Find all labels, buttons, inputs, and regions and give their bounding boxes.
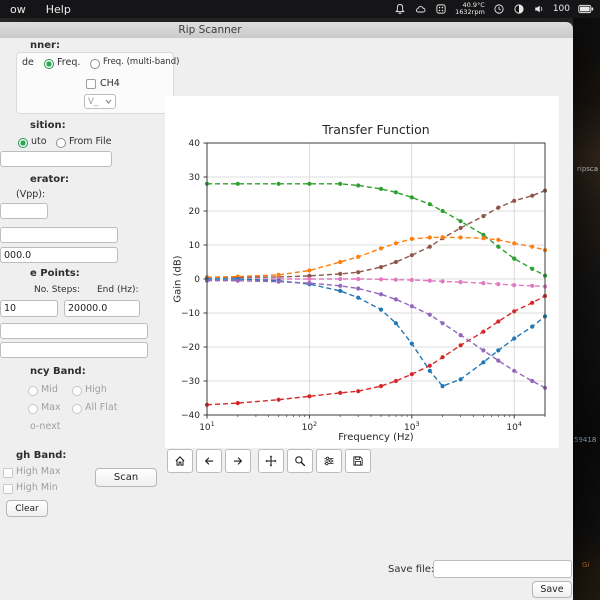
forward-button[interactable]	[225, 449, 251, 473]
radio-freq-multiband-label: Freq. (multi-band)	[103, 57, 180, 67]
acquisition-section-label: sition:	[30, 120, 66, 131]
cloud-icon[interactable]	[414, 3, 427, 15]
magnifier-icon	[295, 456, 306, 467]
save-button[interactable]: Save	[532, 581, 572, 598]
floppy-save-icon	[353, 456, 363, 466]
menu-help[interactable]: Help	[36, 3, 81, 16]
clock-icon[interactable]	[493, 3, 505, 15]
svg-text:40: 40	[189, 139, 201, 149]
scan-button[interactable]: Scan	[95, 468, 157, 487]
channel-combobox[interactable]: V_	[84, 94, 116, 109]
configure-button[interactable]	[316, 449, 342, 473]
arrow-right-icon	[233, 457, 242, 465]
pan-button[interactable]	[258, 449, 284, 473]
system-stats[interactable]: 40.9°C 1632rpm	[455, 2, 485, 16]
vpp-input[interactable]	[0, 203, 48, 219]
no-steps-input[interactable]	[0, 300, 58, 317]
auto-next-label: o-next	[30, 421, 61, 432]
radio-all-flat[interactable]	[72, 404, 82, 414]
high-min-label: High Min	[16, 482, 58, 493]
widgets-layer: nner: de Freq. Freq. (multi-band) CH4 V_…	[0, 0, 600, 600]
radio-freq-multiband[interactable]	[90, 59, 100, 69]
sliders-icon	[324, 456, 334, 466]
save-file-input[interactable]	[433, 560, 572, 578]
points-section-label: e Points:	[30, 268, 80, 279]
end-hz-input[interactable]	[64, 300, 140, 317]
clear-button[interactable]: Clear	[6, 500, 48, 517]
radio-freq[interactable]	[44, 59, 54, 69]
menubar-status-area: 40.9°C 1632rpm 100	[394, 2, 600, 16]
radio-high-label: High	[85, 384, 107, 395]
svg-text:−40: −40	[181, 411, 200, 421]
menubar: ow Help 40.9°C 1632rpm 100	[0, 0, 600, 18]
svg-text:−30: −30	[181, 377, 200, 387]
battery-percent: 100	[552, 4, 570, 14]
radio-mid-label: Mid	[41, 384, 58, 395]
desktop-screen: ow Help 40.9°C 1632rpm 100 ripsca 59418 …	[0, 0, 600, 600]
radio-auto[interactable]	[18, 138, 28, 148]
pan-move-icon	[265, 455, 277, 467]
end-hz-label: End (Hz):	[97, 285, 139, 295]
save-figure-button[interactable]	[345, 449, 371, 473]
bell-icon[interactable]	[394, 3, 406, 15]
radio-max-label: Max	[41, 402, 61, 413]
back-button[interactable]	[196, 449, 222, 473]
high-max-label: High Max	[16, 466, 61, 477]
chart-ylabel: Gain (dB)	[172, 255, 184, 303]
home-button[interactable]	[167, 449, 193, 473]
chevron-down-icon	[105, 99, 112, 104]
scanner-section-label: nner:	[30, 40, 60, 51]
generator-section-label: erator:	[30, 174, 70, 185]
radio-from-file[interactable]	[56, 138, 66, 148]
radio-freq-label: Freq.	[57, 57, 81, 68]
svg-text:−20: −20	[181, 343, 200, 353]
battery-icon[interactable]	[578, 4, 594, 14]
svg-text:10: 10	[189, 241, 201, 251]
home-icon	[175, 456, 185, 466]
high-min-checkbox[interactable]	[3, 484, 13, 494]
radio-max[interactable]	[28, 404, 38, 414]
svg-text:20: 20	[189, 207, 201, 217]
svg-text:30: 30	[189, 173, 201, 183]
ch4-checkbox[interactable]	[86, 79, 96, 89]
radio-auto-label: uto	[31, 136, 47, 147]
chart-title: Transfer Function	[322, 122, 430, 137]
radio-high[interactable]	[72, 386, 82, 396]
acquisition-file-input[interactable]	[0, 151, 112, 167]
generator-input[interactable]	[0, 227, 118, 243]
vpp-label: (Vpp):	[16, 189, 46, 200]
contrast-icon[interactable]	[513, 3, 525, 15]
points-extra-input-2[interactable]	[0, 342, 148, 358]
grid-icon[interactable]	[435, 3, 447, 15]
no-steps-label: No. Steps:	[34, 285, 81, 295]
svg-text:−10: −10	[181, 309, 200, 319]
ch4-label: CH4	[100, 78, 120, 89]
transfer-function-chart: −40−30−20−10010203040101 102 103 104	[181, 139, 548, 433]
radio-all-flat-label: All Flat	[85, 402, 118, 413]
highband-section-label: gh Band:	[16, 450, 67, 461]
mode-label-fragment: de	[22, 57, 34, 68]
radio-mid[interactable]	[28, 386, 38, 396]
svg-text:0: 0	[194, 275, 200, 285]
speaker-icon[interactable]	[533, 3, 545, 15]
save-file-label: Save file:	[388, 564, 435, 575]
chart-figure: Transfer Function Frequency (Hz) Gain (d…	[165, 96, 559, 448]
arrow-left-icon	[205, 457, 214, 465]
chart-xlabel: Frequency (Hz)	[338, 432, 414, 443]
points-extra-input-1[interactable]	[0, 323, 148, 339]
frequency-input[interactable]	[0, 247, 118, 263]
channel-combobox-value: V_	[88, 96, 99, 107]
high-max-checkbox[interactable]	[3, 468, 13, 478]
zoom-button[interactable]	[287, 449, 313, 473]
fan-speed: 1632rpm	[455, 8, 485, 16]
menu-window-fragment[interactable]: ow	[0, 3, 36, 16]
band-section-label: ncy Band:	[30, 366, 86, 377]
radio-from-file-label: From File	[69, 136, 112, 147]
